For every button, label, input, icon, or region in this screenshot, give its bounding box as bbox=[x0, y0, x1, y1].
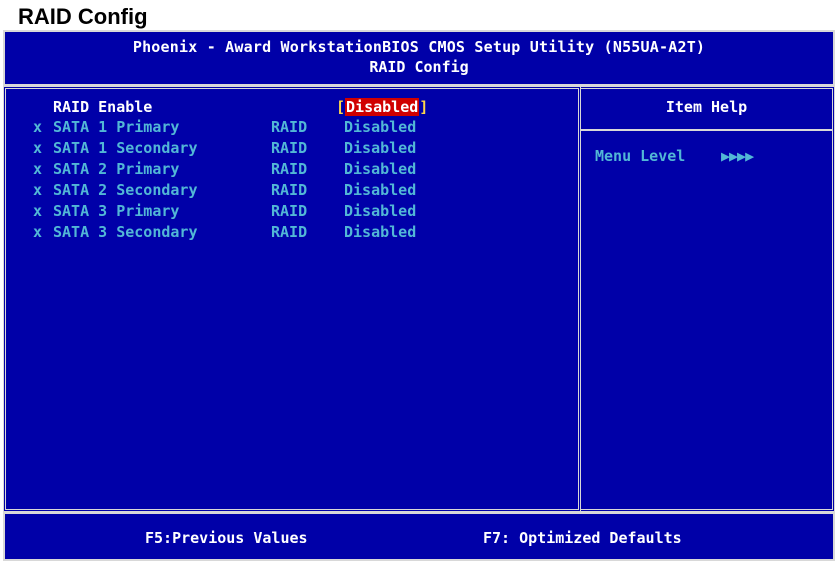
page-title: RAID Config bbox=[369, 58, 469, 76]
disabled-mark-icon: x bbox=[33, 139, 43, 157]
raid-enable-value[interactable]: [Disabled] bbox=[336, 97, 428, 117]
setting-value: Disabled bbox=[344, 223, 417, 241]
help-divider bbox=[581, 129, 832, 131]
setting-mode: RAID bbox=[271, 223, 308, 241]
setting-value: Disabled bbox=[344, 160, 417, 178]
document-title: RAID Config bbox=[18, 4, 148, 29]
bios-footer: F5:Previous Values F7: Optimized Default… bbox=[3, 512, 835, 561]
disabled-mark-icon: x bbox=[33, 160, 43, 178]
setting-mode: RAID bbox=[271, 118, 308, 136]
setting-mode: RAID bbox=[271, 202, 308, 220]
optimized-defaults-hint[interactable]: F7: Optimized Defaults bbox=[483, 529, 682, 547]
disabled-mark-icon: x bbox=[33, 181, 43, 199]
setting-value: Disabled bbox=[344, 118, 417, 136]
setting-label: SATA 3 Secondary bbox=[53, 223, 198, 241]
setting-value: Disabled bbox=[344, 202, 417, 220]
setting-mode: RAID bbox=[271, 139, 308, 157]
setting-label: SATA 2 Primary bbox=[53, 160, 180, 178]
bracket-open: [ bbox=[336, 98, 346, 116]
menu-level-arrows-icon: ▶▶▶▶ bbox=[721, 147, 754, 165]
setting-mode: RAID bbox=[271, 181, 308, 199]
item-help-panel: Item Help Menu Level ▶▶▶▶ bbox=[581, 86, 835, 512]
bios-header: Phoenix - Award WorkstationBIOS CMOS Set… bbox=[3, 30, 835, 86]
bios-title: Phoenix - Award WorkstationBIOS CMOS Set… bbox=[132, 38, 706, 56]
disabled-mark-icon: x bbox=[33, 118, 43, 136]
setting-mode: RAID bbox=[271, 160, 308, 178]
disabled-mark-icon: x bbox=[33, 223, 43, 241]
menu-level-label: Menu Level bbox=[595, 147, 686, 165]
raid-enable-selected[interactable]: Disabled bbox=[345, 98, 420, 116]
setting-value: Disabled bbox=[344, 139, 417, 157]
setting-label: SATA 3 Primary bbox=[53, 202, 180, 220]
raid-enable-label: RAID Enable bbox=[53, 98, 153, 116]
setting-label: SATA 1 Primary bbox=[53, 118, 180, 136]
setting-value: Disabled bbox=[344, 181, 417, 199]
previous-values-hint[interactable]: F5:Previous Values bbox=[145, 529, 308, 547]
bracket-close: ] bbox=[419, 98, 429, 116]
setting-label: SATA 1 Secondary bbox=[53, 139, 198, 157]
bios-screen: Phoenix - Award WorkstationBIOS CMOS Set… bbox=[3, 30, 835, 561]
setting-label: SATA 2 Secondary bbox=[53, 181, 198, 199]
disabled-mark-icon: x bbox=[33, 202, 43, 220]
settings-panel: RAID Enable [Disabled] x SATA 1 Primary … bbox=[3, 86, 581, 512]
item-help-title: Item Help bbox=[665, 98, 748, 116]
